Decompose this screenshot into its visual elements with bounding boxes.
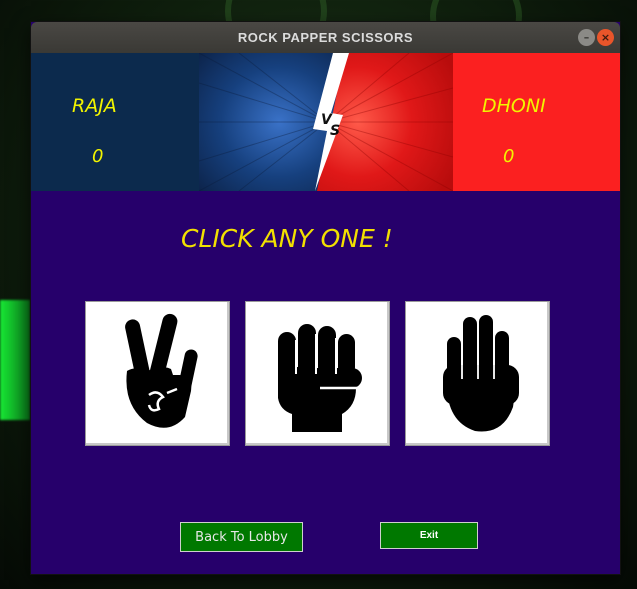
title-bar[interactable]: ROCK PAPPER SCISSORS – × — [31, 22, 620, 53]
player-left-name: RAJA — [72, 95, 117, 117]
close-button[interactable]: × — [597, 29, 614, 46]
background-glow — [0, 300, 30, 420]
instruction-prompt: CLICK ANY ONE ! — [181, 224, 393, 253]
minimize-button[interactable]: – — [578, 29, 595, 46]
versus-banner: RAJA 0 V S DHONI 0 — [31, 53, 620, 191]
player-left-score: 0 — [92, 146, 104, 167]
versus-letter-s: S — [330, 123, 340, 139]
back-to-lobby-button[interactable]: Back To Lobby — [180, 522, 303, 552]
player-right-panel: DHONI 0 — [453, 53, 620, 191]
rock-button[interactable] — [245, 301, 390, 446]
player-right-name: DHONI — [482, 95, 546, 117]
window-title: ROCK PAPPER SCISSORS — [237, 30, 414, 45]
player-right-score: 0 — [503, 146, 515, 167]
scissors-button[interactable] — [85, 301, 230, 446]
versus-graphic: V S — [199, 53, 453, 191]
paper-button[interactable] — [405, 301, 550, 446]
player-left-panel: RAJA 0 — [31, 53, 199, 191]
exit-button[interactable]: Exit — [380, 522, 478, 549]
paper-palm-icon — [442, 314, 519, 431]
game-window: ROCK PAPPER SCISSORS – × RAJA 0 V S DHON… — [31, 22, 620, 574]
scissors-hand-icon — [124, 313, 198, 428]
rock-fist-icon — [277, 323, 362, 432]
